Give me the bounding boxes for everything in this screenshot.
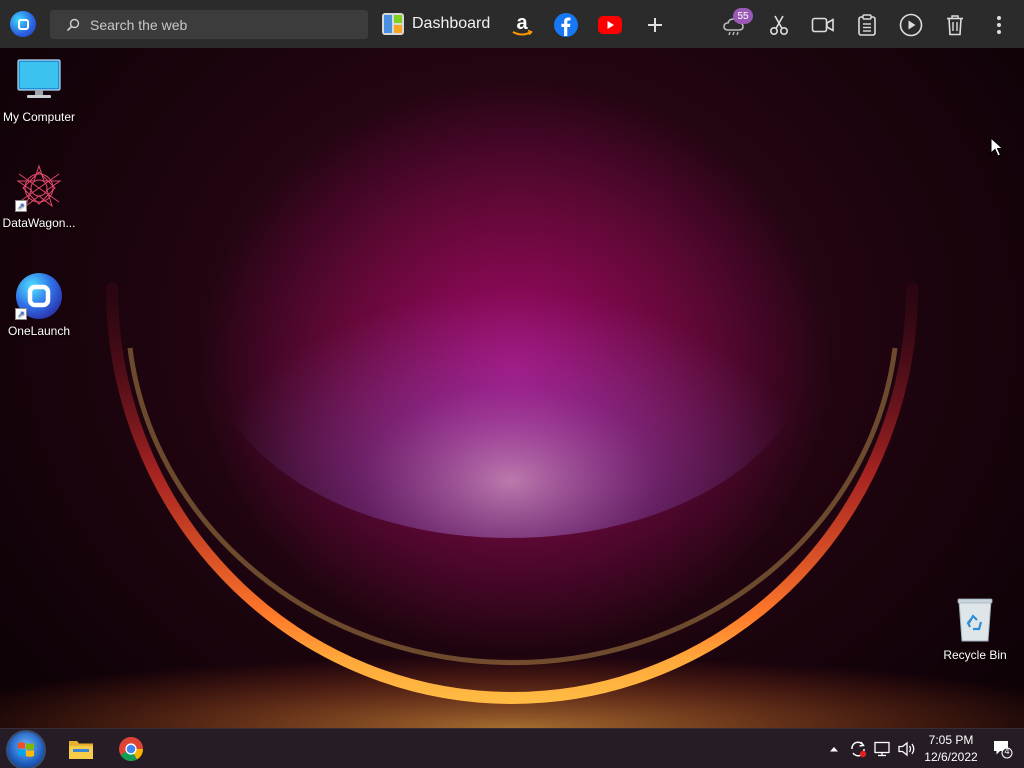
- youtube-icon[interactable]: [597, 12, 623, 38]
- weather-temperature-badge: 55: [733, 8, 753, 24]
- add-icon[interactable]: [642, 12, 668, 38]
- volume-icon[interactable]: [895, 729, 919, 768]
- shortcut-arrow-icon: ↗: [15, 200, 27, 212]
- desktop-wallpaper: [0, 48, 1024, 728]
- desktop-icon-recycle-bin[interactable]: Recycle Bin: [936, 596, 1014, 662]
- desktop-icon-label: Recycle Bin: [943, 648, 1007, 662]
- system-clock[interactable]: 7:05 PM 12/6/2022: [920, 732, 982, 766]
- monitor-icon: [15, 58, 63, 106]
- action-center-icon[interactable]: 4: [990, 729, 1016, 768]
- onelaunch-topbar: Dashboard a 55: [0, 0, 1024, 48]
- clipboard-icon[interactable]: [854, 12, 880, 38]
- more-icon[interactable]: [986, 12, 1012, 38]
- sync-status-icon[interactable]: [847, 729, 869, 768]
- amazon-icon[interactable]: a: [509, 12, 535, 38]
- onelaunch-app-icon: ↗: [15, 272, 63, 320]
- desktop-icon-label: OneLaunch: [7, 324, 71, 338]
- windows-logo-icon: [18, 742, 34, 757]
- desktop-icon-my-computer[interactable]: My Computer: [0, 58, 78, 124]
- dashboard-icon: [382, 13, 404, 35]
- video-camera-icon[interactable]: [810, 12, 836, 38]
- recycle-bin-icon: [951, 596, 999, 644]
- start-button[interactable]: [8, 732, 44, 768]
- network-icon[interactable]: [871, 729, 893, 768]
- clock-date: 12/6/2022: [924, 750, 978, 764]
- datawagon-icon: ↗: [15, 164, 63, 212]
- desktop-icon-onelaunch[interactable]: ↗ OneLaunch: [0, 272, 78, 338]
- dashboard-label: Dashboard: [412, 15, 491, 32]
- search-input[interactable]: [90, 16, 350, 33]
- desktop-icon-datawagon[interactable]: ↗ DataWagon...: [0, 164, 78, 230]
- web-search-bar[interactable]: [50, 10, 368, 39]
- chrome-icon[interactable]: [114, 729, 148, 768]
- show-hidden-icons-chevron-up-icon[interactable]: [826, 729, 842, 768]
- shortcut-arrow-icon: ↗: [15, 308, 27, 320]
- clock-time: 7:05 PM: [928, 733, 974, 747]
- file-explorer-icon[interactable]: [64, 729, 98, 768]
- search-icon: [66, 18, 80, 31]
- notification-count: 4: [1004, 746, 1010, 756]
- facebook-icon[interactable]: [553, 12, 579, 38]
- desktop-icon-label: My Computer: [2, 110, 76, 124]
- mouse-pointer-icon: [990, 137, 1004, 157]
- dashboard-button[interactable]: Dashboard: [382, 12, 490, 36]
- desktop-icon-label: DataWagon...: [2, 216, 76, 230]
- taskbar: 7:05 PM 12/6/2022 4: [0, 728, 1024, 768]
- svg-text:a: a: [516, 12, 528, 34]
- scissors-icon[interactable]: [766, 12, 792, 38]
- trash-icon[interactable]: [942, 12, 968, 38]
- onelaunch-logo-icon[interactable]: [10, 11, 36, 37]
- play-icon[interactable]: [898, 12, 924, 38]
